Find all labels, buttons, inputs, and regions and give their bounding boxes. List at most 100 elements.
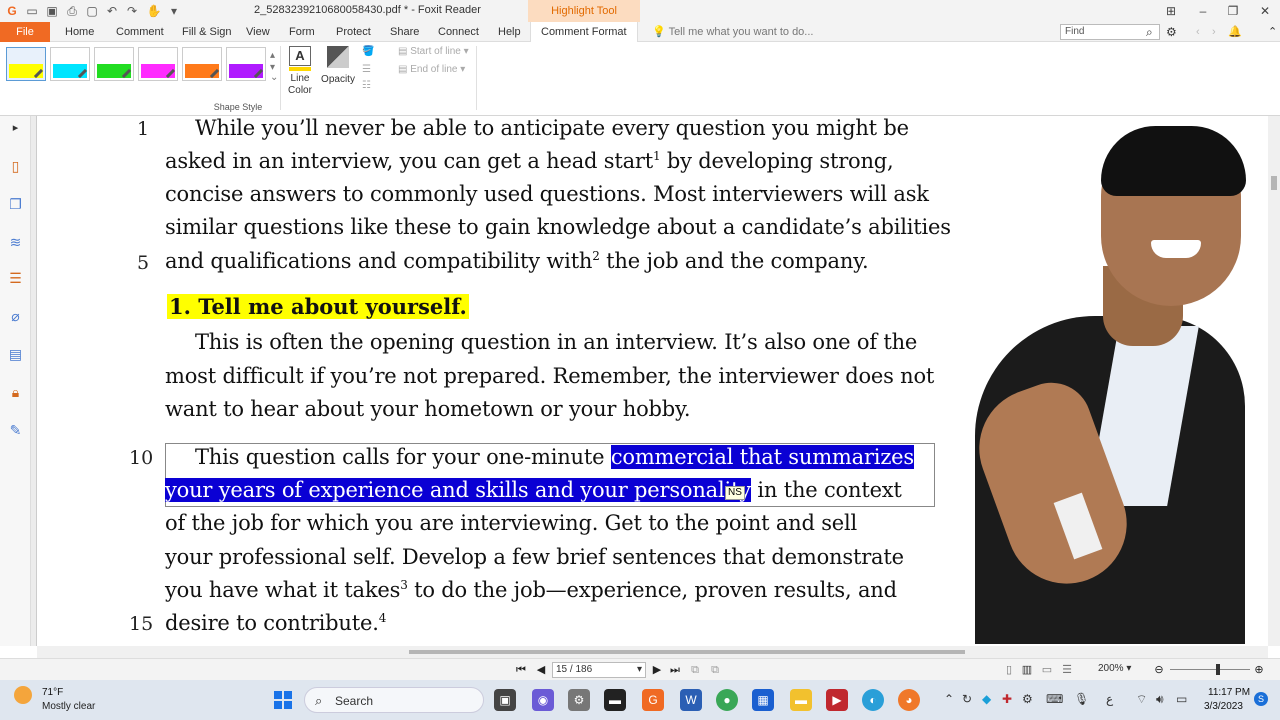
lock-icon[interactable]: 🔒︎ [7, 384, 24, 401]
search-icon[interactable]: ⌕ [1146, 22, 1153, 42]
orange-highlight-style[interactable] [182, 47, 222, 81]
tab-connect[interactable]: Connect [438, 22, 479, 42]
next-page-icon[interactable]: ▶ [650, 662, 664, 678]
attachment-icon[interactable]: ⌀ [7, 308, 24, 325]
tray-app-icon[interactable]: ↻ [962, 692, 972, 706]
tray-app-icon[interactable]: ⚙ [1022, 692, 1033, 706]
tab-help[interactable]: Help [498, 22, 521, 42]
start-of-line-dropdown[interactable]: ▤ Start of line ▾ [398, 46, 469, 57]
window-icon[interactable]: ▢ [84, 3, 100, 19]
tray-app-icon[interactable]: ✚ [1002, 692, 1012, 706]
notification-badge-icon[interactable]: S [1254, 692, 1268, 706]
line-style-icon[interactable]: ☷ [362, 80, 371, 91]
layers-icon[interactable]: ❐ [7, 196, 24, 213]
wifi-icon[interactable]: ⌔ [1136, 692, 1147, 707]
chat-icon[interactable]: ◉ [532, 689, 554, 711]
save-icon[interactable]: ▣ [44, 3, 60, 19]
close-button[interactable]: ✕ [1254, 2, 1276, 20]
fill-bucket-icon[interactable]: 🪣 [362, 46, 374, 57]
cyan-highlight-style[interactable] [50, 47, 90, 81]
single-page-icon[interactable]: ▯ [1002, 662, 1016, 678]
task-view-icon[interactable]: ▣ [494, 689, 516, 711]
green-highlight-style[interactable] [94, 47, 134, 81]
chevron-down-icon[interactable]: ▾ [637, 663, 642, 677]
zoom-slider[interactable] [1170, 664, 1250, 675]
expand-panel-icon[interactable]: ▸ [7, 120, 24, 137]
settings-icon[interactable]: ⚙ [568, 689, 590, 711]
find-input[interactable]: Find [1060, 24, 1160, 40]
tell-me-search[interactable]: 💡 Tell me what you want to do... [652, 25, 813, 38]
store-icon[interactable]: ▦ [752, 689, 774, 711]
zoom-level[interactable]: 200% ▾ [1098, 663, 1131, 674]
microphone-icon[interactable]: 🎙 [1074, 692, 1089, 706]
media-player-icon[interactable]: ▶ [826, 689, 848, 711]
zoom-slider-knob[interactable] [1216, 664, 1220, 675]
tab-comment-format[interactable]: Comment Format [530, 22, 638, 43]
find-options-gear-icon[interactable]: ⚙ [1166, 22, 1177, 42]
tab-file[interactable]: File [0, 22, 50, 42]
undo-icon[interactable]: ↶ [104, 3, 120, 19]
terminal-icon[interactable]: ▬ [604, 689, 626, 711]
battery-icon[interactable]: ▭ [1176, 692, 1187, 706]
last-page-icon[interactable]: ⏭ [668, 662, 682, 678]
magenta-highlight-style[interactable] [138, 47, 178, 81]
yellow-highlight-style[interactable] [6, 47, 46, 81]
scroll-thumb[interactable] [409, 650, 965, 654]
end-of-line-dropdown[interactable]: ▤ End of line ▾ [398, 64, 465, 75]
file-explorer-icon[interactable]: ▬ [790, 689, 812, 711]
styles-more-icon[interactable]: ⌄ [270, 72, 278, 83]
tray-chevron-icon[interactable]: ⌃ [944, 692, 954, 706]
chrome-icon[interactable]: ● [716, 689, 738, 711]
tab-comment[interactable]: Comment [116, 22, 164, 42]
stamp-icon[interactable]: ✎ [7, 422, 24, 439]
tab-fill-sign[interactable]: Fill & Sign [182, 22, 232, 42]
first-page-icon[interactable]: ⏮ [514, 662, 528, 678]
stack-icon[interactable]: ≋ [7, 234, 24, 251]
volume-icon[interactable]: 🔊︎ [1156, 692, 1164, 707]
comments-icon[interactable]: ☰ [7, 270, 24, 287]
nav-back-icon[interactable]: ‹ [1196, 22, 1200, 42]
page-number-input[interactable]: 15 / 186 ▾ [552, 662, 646, 678]
highlighted-text[interactable]: commercial that summarizes [610, 445, 914, 469]
tab-form[interactable]: Form [289, 22, 315, 42]
vertical-scrollbar[interactable] [1268, 116, 1280, 646]
input-language-icon[interactable]: ع [1106, 692, 1113, 706]
clock-time[interactable]: 11:17 PM [1208, 687, 1250, 698]
line-width-icon[interactable]: ☰ [362, 64, 371, 75]
foxit-reader-icon[interactable]: G [642, 689, 664, 711]
ribbon-options-icon[interactable]: ⊞ [1160, 2, 1182, 20]
tab-view[interactable]: View [246, 22, 270, 42]
prev-view-icon[interactable]: ⧉ [688, 662, 702, 678]
tab-home[interactable]: Home [65, 22, 94, 42]
continuous-facing-icon[interactable]: ☰ [1060, 662, 1074, 678]
tab-protect[interactable]: Protect [336, 22, 371, 42]
facing-page-icon[interactable]: ▭ [1040, 662, 1054, 678]
document-view[interactable]: 1 5 10 15 While you’ll never be able to … [37, 116, 1268, 646]
keyboard-icon[interactable]: ⌨ [1046, 692, 1063, 706]
prev-page-icon[interactable]: ◀ [534, 662, 548, 678]
restore-button[interactable]: ❐ [1222, 2, 1244, 20]
print-icon[interactable]: ⎙ [64, 3, 80, 19]
minimize-button[interactable]: – [1192, 2, 1214, 20]
scroll-thumb[interactable] [1271, 176, 1277, 190]
zoom-in-icon[interactable]: ⊕ [1252, 662, 1266, 678]
next-view-icon[interactable]: ⧉ [708, 662, 722, 678]
notification-bell-icon[interactable]: 🔔 [1228, 22, 1242, 42]
start-button[interactable] [274, 691, 292, 709]
horizontal-scrollbar[interactable] [37, 646, 1268, 658]
styles-scroll-up-icon[interactable]: ▴ [270, 50, 275, 61]
zoom-out-icon[interactable]: ⊖ [1152, 662, 1166, 678]
edge-icon[interactable]: ◐ [862, 689, 884, 711]
tray-network-app-icon[interactable]: ◆ [982, 692, 991, 706]
collapse-ribbon-icon[interactable]: ⌃ [1268, 22, 1277, 42]
continuous-page-icon[interactable]: ▥ [1020, 662, 1034, 678]
word-icon[interactable]: W [680, 689, 702, 711]
pages-icon[interactable]: ▯ [7, 158, 24, 175]
clock-date[interactable]: 3/3/2023 [1204, 701, 1243, 712]
weather-moon-icon[interactable] [14, 686, 32, 704]
line-color-button[interactable]: A Line Color [284, 46, 316, 104]
tab-share[interactable]: Share [390, 22, 419, 42]
nav-forward-icon[interactable]: › [1212, 22, 1216, 42]
open-icon[interactable]: ▭ [24, 3, 40, 19]
taskbar-search[interactable]: ⌕ Search [304, 687, 484, 713]
